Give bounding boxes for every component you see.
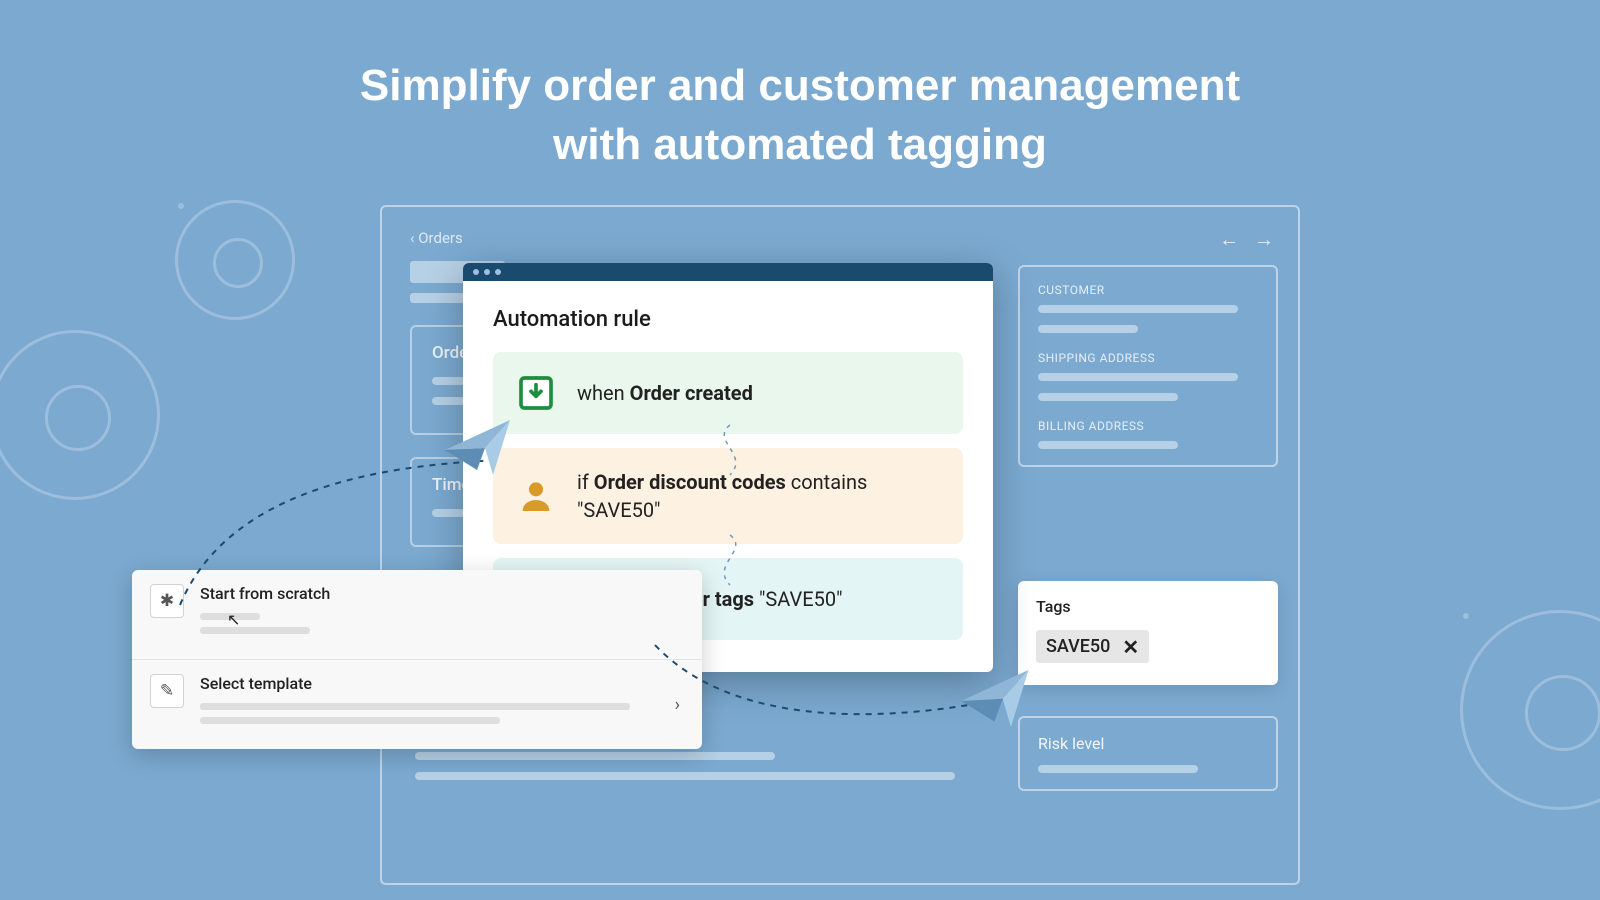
start-from-scratch-row[interactable]: ✱ Start from scratch [132, 570, 702, 660]
if-prefix: if [577, 470, 594, 494]
then-value: "SAVE50" [754, 587, 842, 611]
skeleton-line [200, 613, 260, 620]
hero-title: Simplify order and customer management w… [0, 56, 1600, 175]
close-icon[interactable]: ✕ [1122, 637, 1139, 657]
window-dot [473, 269, 479, 275]
sidebar-column: Customer SHIPPING ADDRESS BILLING ADDRES… [1018, 265, 1278, 485]
skeleton-line [200, 627, 310, 634]
skeleton-line [200, 717, 500, 724]
skeleton-line [1038, 325, 1138, 333]
rule-when-text: when Order created [577, 379, 753, 407]
tags-title: Tags [1036, 597, 1260, 616]
if-field: Order discount codes [594, 470, 786, 494]
skeleton-line [1038, 441, 1178, 449]
risk-label: Risk level [1038, 734, 1258, 753]
skeleton-line [1038, 305, 1238, 313]
rule-if-text: if Order discount codes contains "SAVE50… [577, 468, 941, 524]
billing-label: BILLING ADDRESS [1038, 419, 1258, 433]
gear-decoration [175, 200, 295, 320]
select-template-row[interactable]: ✎ Select template › [132, 660, 702, 749]
when-event: Order created [630, 381, 753, 405]
chevron-right-icon: › [675, 694, 680, 715]
gear-icon: ✱ [150, 584, 184, 618]
gear-decoration [0, 330, 160, 500]
skeleton-line [1038, 393, 1178, 401]
bottom-skeleton [415, 752, 975, 792]
back-label: Orders [418, 229, 463, 247]
rule-step-when[interactable]: when Order created [493, 352, 963, 434]
magic-wand-icon: ✎ [150, 674, 184, 708]
gear-decoration [1460, 610, 1600, 810]
template-label: Select template [200, 674, 684, 693]
scratch-label: Start from scratch [200, 584, 684, 603]
hero-line-1: Simplify order and customer management [360, 61, 1240, 110]
user-icon [515, 475, 557, 517]
risk-card: Risk level [1018, 716, 1278, 791]
shipping-label: SHIPPING ADDRESS [1038, 351, 1258, 365]
tag-chip[interactable]: SAVE50 ✕ [1036, 630, 1149, 663]
skeleton-line [415, 772, 955, 780]
window-dot [495, 269, 501, 275]
customer-label: Customer [1038, 283, 1258, 297]
skeleton-line [200, 703, 630, 710]
skeleton-block [410, 293, 465, 303]
window-titlebar [463, 263, 993, 281]
when-prefix: when [577, 381, 630, 405]
window-dot [484, 269, 490, 275]
tag-value: SAVE50 [1046, 636, 1110, 657]
template-chooser: ✱ Start from scratch ✎ Select template › [132, 570, 702, 749]
rule-title: Automation rule [493, 307, 963, 332]
download-box-icon [515, 372, 557, 414]
skeleton-line [1038, 373, 1238, 381]
back-link[interactable]: ‹ Orders [410, 229, 1270, 247]
tags-card: Tags SAVE50 ✕ [1018, 581, 1278, 685]
customer-card: Customer SHIPPING ADDRESS BILLING ADDRES… [1018, 265, 1278, 467]
hero-line-2: with automated tagging [553, 120, 1047, 169]
skeleton-line [1038, 765, 1198, 773]
nav-arrows[interactable]: ← → [1219, 227, 1274, 252]
skeleton-line [415, 752, 775, 760]
rule-step-if[interactable]: if Order discount codes contains "SAVE50… [493, 448, 963, 544]
